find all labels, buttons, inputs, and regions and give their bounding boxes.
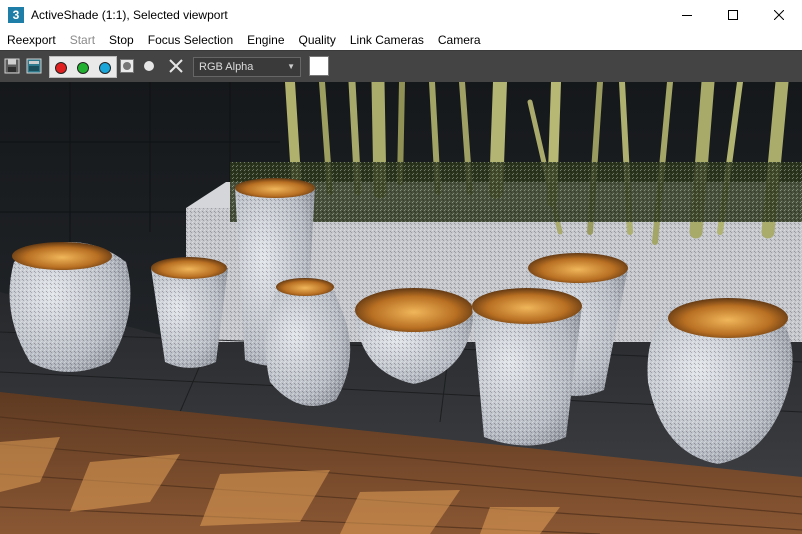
menu-engine[interactable]: Engine [240,33,291,47]
rendered-scene [0,82,802,534]
minimize-button[interactable] [664,0,710,30]
channel-display-select[interactable]: RGB Alpha ▼ [193,57,301,77]
menu-bar: Reexport Start Stop Focus Selection Engi… [0,30,802,50]
chevron-down-icon: ▼ [287,62,295,71]
menu-reexport[interactable]: Reexport [0,33,63,47]
color-swatch[interactable] [309,56,329,76]
alpha-channel-icon[interactable] [120,59,134,73]
menu-focus-selection[interactable]: Focus Selection [141,33,240,47]
menu-quality[interactable]: Quality [292,33,343,47]
save-image-icon[interactable] [4,58,20,74]
maximize-button[interactable] [710,0,756,30]
close-icon [774,10,784,20]
maximize-icon [728,10,738,20]
window-title: ActiveShade (1:1), Selected viewport [31,8,228,22]
channel-toggle-group [49,56,117,78]
minimize-icon [682,15,692,16]
render-viewport[interactable] [0,82,802,534]
clear-icon[interactable] [169,59,183,73]
app-logo-icon: 3 [8,7,24,23]
copy-image-icon[interactable] [26,58,42,74]
title-bar: 3 ActiveShade (1:1), Selected viewport [0,0,802,30]
menu-link-cameras[interactable]: Link Cameras [343,33,431,47]
monochrome-icon[interactable] [143,60,155,72]
window-controls [664,0,802,30]
close-button[interactable] [756,0,802,30]
green-channel-icon[interactable] [77,62,89,74]
menu-camera[interactable]: Camera [431,33,488,47]
blue-channel-icon[interactable] [99,62,111,74]
channel-display-value: RGB Alpha [199,61,254,73]
menu-stop[interactable]: Stop [102,33,141,47]
menu-start[interactable]: Start [63,33,102,47]
red-channel-icon[interactable] [55,62,67,74]
toolbar: RGB Alpha ▼ [0,50,802,82]
